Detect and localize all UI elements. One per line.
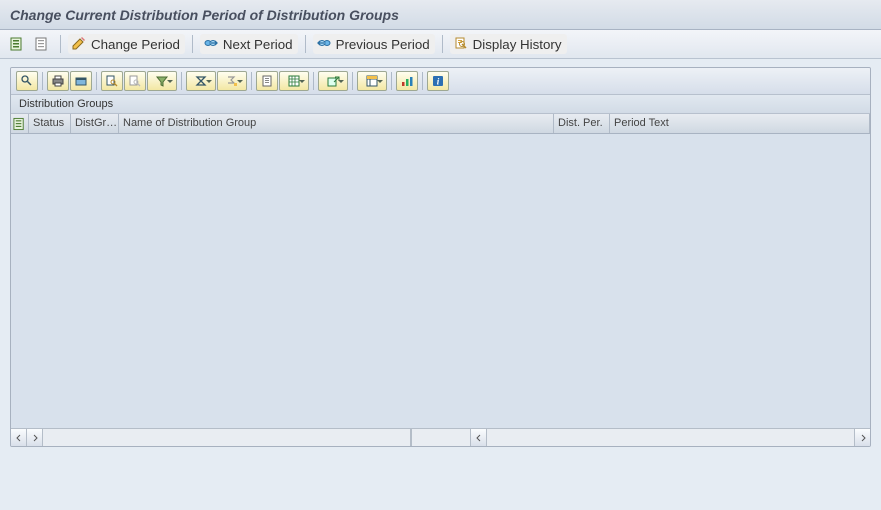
pencil-icon [71, 35, 87, 54]
horizontal-scrollbar [11, 428, 870, 446]
table-header: Status DistGr… Name of Distribution Grou… [11, 114, 870, 134]
subtotal-button[interactable] [217, 71, 247, 91]
scroll-spacer [411, 429, 471, 446]
grid-panel: i Distribution Groups Status DistGr… Nam… [10, 67, 871, 447]
page-title: Change Current Distribution Period of Di… [10, 7, 871, 23]
separator [313, 72, 314, 90]
column-status[interactable]: Status [29, 114, 71, 133]
info-button[interactable]: i [427, 71, 449, 91]
column-distper[interactable]: Dist. Per. [554, 114, 610, 133]
table-body [11, 134, 870, 428]
spreadsheet-button[interactable] [279, 71, 309, 91]
scroll-left-button[interactable] [11, 429, 27, 446]
filter-button[interactable] [147, 71, 177, 91]
scroll-track-left[interactable] [43, 429, 411, 446]
separator [60, 35, 61, 53]
find-next-button[interactable] [124, 71, 146, 91]
separator [192, 35, 193, 53]
change-period-button[interactable]: Change Period [68, 34, 185, 54]
separator [422, 72, 423, 90]
previous-period-icon [316, 35, 332, 54]
title-bar: Change Current Distribution Period of Di… [0, 0, 881, 30]
find-button[interactable] [101, 71, 123, 91]
graphic-button[interactable] [396, 71, 418, 91]
details-button[interactable] [16, 71, 38, 91]
separator [352, 72, 353, 90]
previous-period-label: Previous Period [336, 37, 430, 52]
separator [305, 35, 306, 53]
print-preview-button[interactable] [256, 71, 278, 91]
select-all-column[interactable] [11, 114, 29, 133]
next-period-icon [203, 35, 219, 54]
print-button[interactable] [47, 71, 69, 91]
sum-button[interactable] [186, 71, 216, 91]
display-history-label: Display History [473, 37, 562, 52]
scroll-track-right[interactable] [487, 429, 854, 446]
deselect-all-icon-button[interactable] [31, 34, 53, 54]
change-period-label: Change Period [91, 37, 180, 52]
select-all-icon-button[interactable] [6, 34, 28, 54]
separator [42, 72, 43, 90]
export-local-button[interactable] [70, 71, 92, 91]
history-icon [453, 35, 469, 54]
separator [391, 72, 392, 90]
separator [181, 72, 182, 90]
separator [96, 72, 97, 90]
scroll-right-button[interactable] [27, 429, 43, 446]
export-button[interactable] [318, 71, 348, 91]
scroll-left-button-2[interactable] [471, 429, 487, 446]
next-period-label: Next Period [223, 37, 293, 52]
next-period-button[interactable]: Next Period [200, 34, 298, 54]
main-toolbar: Change Period Next Period Previous Perio… [0, 30, 881, 59]
scroll-right-button-2[interactable] [854, 429, 870, 446]
grid-panel-label: Distribution Groups [11, 95, 870, 114]
display-history-button[interactable]: Display History [450, 34, 567, 54]
layout-button[interactable] [357, 71, 387, 91]
column-period-text[interactable]: Period Text [610, 114, 870, 133]
separator [442, 35, 443, 53]
column-distgr[interactable]: DistGr… [71, 114, 119, 133]
separator [251, 72, 252, 90]
previous-period-button[interactable]: Previous Period [313, 34, 435, 54]
column-name[interactable]: Name of Distribution Group [119, 114, 554, 133]
content-area: i Distribution Groups Status DistGr… Nam… [0, 59, 881, 510]
grid-toolbar: i [11, 68, 870, 95]
